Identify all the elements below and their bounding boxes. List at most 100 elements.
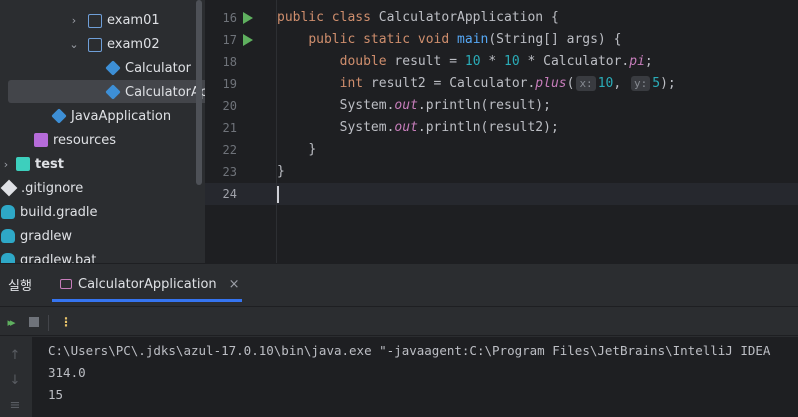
folder-icon xyxy=(88,38,102,52)
code-editor[interactable]: 16 17 18 19 20 21 22 23 24 public class … xyxy=(205,0,798,263)
run-main-icon[interactable] xyxy=(243,34,253,46)
resources-folder-icon xyxy=(34,133,48,147)
tree-item-label: exam02 xyxy=(107,36,160,52)
toolbar-divider xyxy=(48,315,49,331)
chevron-right-icon[interactable]: › xyxy=(68,14,80,27)
console-line: C:\Users\PC\.jdks\azul-17.0.10\bin\java.… xyxy=(48,343,771,358)
parameter-hint: y: xyxy=(631,76,651,91)
class-icon xyxy=(105,84,121,100)
code-keyword: class xyxy=(331,10,371,25)
tree-item-label: exam01 xyxy=(107,12,160,28)
code-keyword: int xyxy=(339,76,364,91)
active-tab-indicator xyxy=(52,299,242,302)
text-caret xyxy=(277,186,279,203)
stop-icon[interactable] xyxy=(26,314,42,330)
tree-item-calculator-application[interactable]: CalculatorAp xyxy=(105,80,205,104)
run-toolbar: ▸▸ ⋮ xyxy=(0,306,798,336)
tree-item-label: gradlew xyxy=(20,228,73,244)
code-text: { xyxy=(543,10,559,25)
tree-item-label: Calculator xyxy=(125,60,192,76)
code-brace: } xyxy=(277,164,285,179)
line-number: 21 xyxy=(222,121,237,135)
tree-item-build-gradle[interactable]: build.gradle xyxy=(0,200,98,224)
console-line: 15 xyxy=(48,387,64,402)
code-number: 5 xyxy=(652,76,661,91)
gradle-icon xyxy=(1,229,15,243)
code-line-16: public class CalculatorApplication { xyxy=(277,7,559,29)
code-text: System. xyxy=(339,98,395,113)
code-number: 10 xyxy=(464,54,481,69)
tree-item-gradlew-bat[interactable]: gradlew.bat xyxy=(0,248,96,263)
code-keyword: public xyxy=(277,10,324,25)
tree-item-calculator[interactable]: Calculator xyxy=(105,56,192,80)
console-side-toolbar: ↑ ↓ ≡ xyxy=(0,337,32,417)
code-line-21: System.out.println(result2); xyxy=(277,117,559,139)
chevron-down-icon[interactable]: ⌄ xyxy=(68,38,80,51)
console-output[interactable]: C:\Users\PC\.jdks\azul-17.0.10\bin\java.… xyxy=(32,337,798,417)
tree-item-label: build.gradle xyxy=(20,204,98,220)
code-line-22: } xyxy=(277,139,316,161)
tree-item-exam02[interactable]: ⌄ exam02 xyxy=(68,32,160,56)
line-number: 16 xyxy=(222,11,237,25)
run-panel-title: 실행 xyxy=(8,279,32,294)
code-text: , xyxy=(613,76,629,91)
line-number: 17 xyxy=(222,33,237,47)
tree-item-label: CalculatorAp xyxy=(125,84,205,100)
code-line-18: double result = 10 * 10 * Calculator.pi; xyxy=(277,51,653,73)
tree-item-label: gradlew.bat xyxy=(20,252,97,264)
tree-scrollbar[interactable] xyxy=(196,0,202,185)
tree-item-exam01[interactable]: › exam01 xyxy=(68,8,160,32)
run-tool-window: 실행 CalculatorApplication × ▸▸ ⋮ ↑ ↓ ≡ C:… xyxy=(0,263,798,417)
line-number: 20 xyxy=(222,99,237,113)
code-text: * Calculator. xyxy=(519,54,630,69)
code-text: ; xyxy=(644,54,653,69)
git-icon xyxy=(0,179,18,197)
scroll-up-icon[interactable]: ↑ xyxy=(8,349,22,363)
parameter-hint: x: xyxy=(576,76,596,91)
code-text: (String[] args) { xyxy=(488,32,622,47)
code-text: ); xyxy=(660,76,676,91)
code-line-17: public static void main(String[] args) { xyxy=(277,29,621,51)
code-line-20: System.out.println(result); xyxy=(277,95,551,117)
code-number: 10 xyxy=(597,76,614,91)
tree-item-label: JavaApplication xyxy=(71,108,172,124)
code-brace: } xyxy=(308,142,317,157)
code-text: ( xyxy=(566,76,575,91)
code-static-field: pi xyxy=(629,54,645,69)
class-icon xyxy=(105,60,121,76)
tree-item-resources[interactable]: resources xyxy=(34,128,116,152)
close-icon[interactable]: × xyxy=(229,277,240,292)
application-icon xyxy=(60,279,72,289)
gradle-icon xyxy=(1,205,15,219)
code-text: System. xyxy=(339,120,395,135)
rerun-icon[interactable]: ▸▸ xyxy=(2,314,18,330)
code-text: * xyxy=(480,54,505,69)
chevron-right-icon[interactable]: › xyxy=(0,158,12,171)
project-tree: › exam01 ⌄ exam02 Calculator CalculatorA… xyxy=(0,0,205,263)
class-icon xyxy=(51,108,67,124)
code-static-method: plus xyxy=(535,76,567,91)
scroll-down-icon[interactable]: ↓ xyxy=(8,374,22,388)
code-keyword: static xyxy=(363,32,411,47)
code-text: result = xyxy=(386,54,465,69)
current-line-highlight xyxy=(205,183,798,205)
tree-item-label: resources xyxy=(53,132,117,148)
tab-calculator-application[interactable]: CalculatorApplication × xyxy=(50,270,250,298)
console-line: 314.0 xyxy=(48,365,86,380)
tree-item-gitignore[interactable]: .gitignore xyxy=(0,176,83,200)
more-options-icon[interactable]: ⋮ xyxy=(58,314,74,330)
test-folder-icon xyxy=(16,157,30,171)
run-class-icon[interactable] xyxy=(243,12,253,24)
line-number: 22 xyxy=(222,143,237,157)
line-number: 24 xyxy=(222,187,237,201)
code-text: .println(result2); xyxy=(417,120,559,135)
tree-item-java-application[interactable]: JavaApplication xyxy=(51,104,172,128)
line-number: 23 xyxy=(222,165,237,179)
run-tab-bar: 실행 CalculatorApplication × xyxy=(0,264,798,304)
tree-item-test[interactable]: › test xyxy=(0,152,64,176)
gradle-icon xyxy=(1,253,15,263)
soft-wrap-icon[interactable]: ≡ xyxy=(8,399,22,413)
code-number: 10 xyxy=(504,54,520,69)
tree-item-gradlew[interactable]: gradlew xyxy=(0,224,72,248)
code-text: .println(result); xyxy=(417,98,551,113)
